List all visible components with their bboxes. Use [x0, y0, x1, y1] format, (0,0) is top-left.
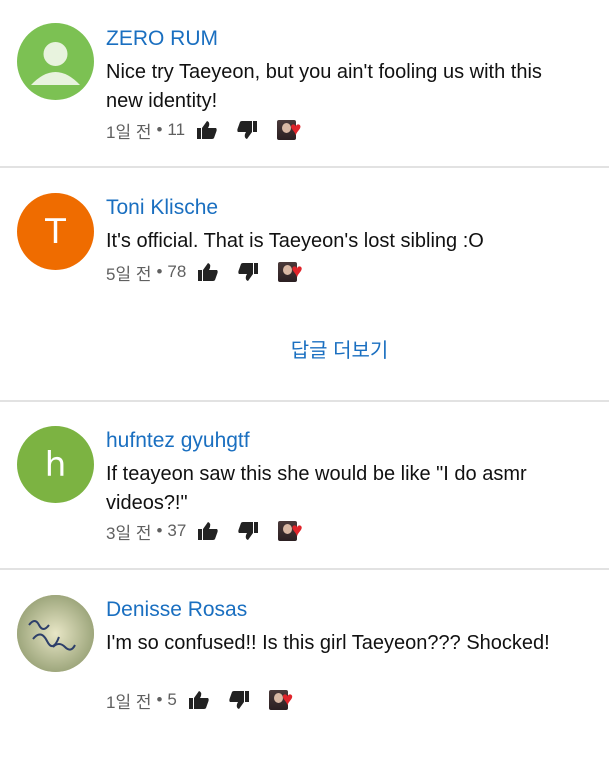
thumbs-up-icon — [197, 121, 217, 139]
avatar[interactable] — [17, 595, 94, 672]
like-count: 78 — [167, 262, 187, 281]
divider — [0, 166, 609, 168]
comment-meta: 5일 전 • 78 ♥ — [106, 260, 310, 284]
separator: • — [156, 120, 163, 139]
comment-text: If teayeon saw this she would be like "I… — [106, 463, 527, 514]
avatar[interactable]: h — [17, 426, 94, 503]
thumbs-up-icon — [198, 263, 219, 281]
thumbs-up-icon — [198, 522, 219, 540]
thumbs-up-icon — [188, 691, 209, 709]
thumbs-down-icon — [238, 263, 259, 281]
divider — [0, 400, 609, 402]
like-count: 11 — [167, 120, 186, 139]
comment-meta: 1일 전 • 11 ♥ — [106, 118, 309, 142]
comment-author[interactable]: Denisse Rosas — [106, 598, 247, 622]
like-button[interactable] — [197, 121, 217, 139]
creator-heart-icon: ♥ — [277, 119, 309, 141]
avatar-letter: T — [45, 211, 66, 252]
more-replies-link[interactable]: 답글 더보기 — [0, 334, 609, 363]
comment-author[interactable]: hufntez gyuhgtf — [106, 429, 250, 453]
comment-meta: 1일 전 • 5 ♥ — [106, 688, 301, 712]
comment-author[interactable]: ZERO RUM — [106, 27, 218, 51]
thumbs-down-icon — [229, 691, 249, 709]
default-person-icon — [31, 42, 80, 85]
comment-author[interactable]: Toni Klische — [106, 196, 218, 220]
avatar-letter: h — [44, 444, 67, 485]
dislike-button[interactable] — [238, 522, 259, 540]
like-button[interactable] — [198, 522, 219, 540]
like-button[interactable] — [198, 263, 219, 281]
creator-heart-icon: ♥ — [278, 520, 310, 542]
like-count: 37 — [167, 521, 187, 540]
profile-photo-icon — [17, 595, 94, 672]
comment-time: 1일 전 — [106, 692, 152, 712]
comment-time: 5일 전 — [106, 264, 152, 284]
like-button[interactable] — [188, 691, 209, 709]
dislike-button[interactable] — [238, 263, 259, 281]
thumbs-down-icon — [238, 522, 259, 540]
thumbs-down-icon — [237, 121, 258, 139]
divider — [0, 568, 609, 570]
like-count: 5 — [167, 690, 177, 709]
creator-heart-icon: ♥ — [278, 261, 310, 283]
dislike-button[interactable] — [237, 121, 258, 139]
comment-text: Nice try Taeyeon, but you ain't fooling … — [106, 61, 542, 112]
separator: • — [156, 690, 163, 709]
comment-text: It's official. That is Taeyeon's lost si… — [106, 230, 484, 252]
avatar[interactable]: T — [17, 193, 94, 270]
avatar[interactable] — [17, 23, 94, 100]
creator-heart-icon: ♥ — [268, 689, 301, 711]
comment-time: 3일 전 — [106, 523, 152, 543]
comment-text: I'm so confused!! Is this girl Taeyeon??… — [106, 632, 550, 654]
separator: • — [156, 521, 163, 540]
comment-meta: 3일 전 • 37 ♥ — [106, 519, 310, 543]
dislike-button[interactable] — [229, 691, 249, 709]
comment-time: 1일 전 — [106, 122, 152, 142]
separator: • — [156, 262, 163, 281]
